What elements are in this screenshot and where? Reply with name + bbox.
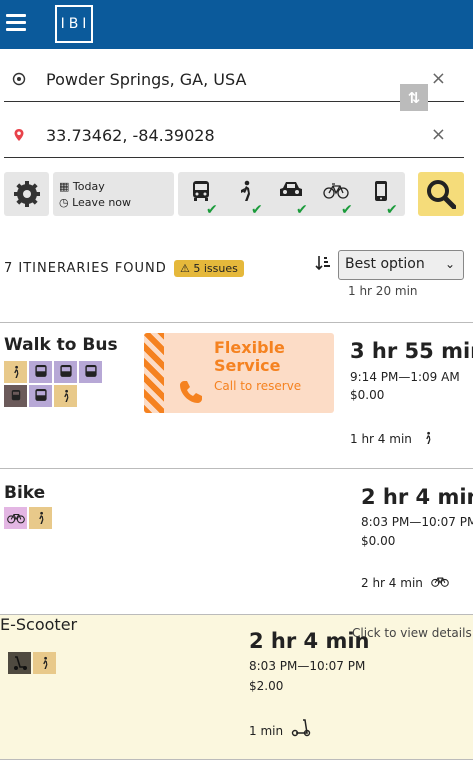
walk-leg-icon bbox=[29, 507, 52, 529]
scooter-icon bbox=[291, 719, 311, 737]
mode-bike-toggle[interactable]: ✔ bbox=[315, 176, 357, 218]
itinerary-title: Walk to Bus bbox=[4, 335, 118, 355]
walk-leg-icon bbox=[54, 385, 77, 407]
issues-badge[interactable]: ⚠ 5 issues bbox=[174, 260, 244, 277]
to-location-text[interactable]: 33.73462, -84.39028 bbox=[46, 126, 215, 145]
time-label: Leave now bbox=[72, 196, 132, 209]
walk-icon bbox=[425, 431, 431, 444]
leg-duration-text: 1 min bbox=[249, 724, 284, 738]
sort-icon bbox=[315, 256, 330, 271]
itinerary-times: 9:14 PM—1:09 AM bbox=[350, 370, 460, 384]
mode-selector: ✔ ✔ ✔ ✔ ✔ bbox=[178, 172, 405, 218]
gear-icon bbox=[13, 181, 40, 207]
bus-leg-icon bbox=[29, 385, 52, 407]
itinerary-cost: $0.00 bbox=[350, 388, 385, 402]
mode-walk-toggle[interactable]: ✔ bbox=[225, 176, 267, 218]
clear-to-button[interactable]: × bbox=[431, 124, 446, 145]
warning-stripes bbox=[144, 333, 164, 413]
rail-leg-icon bbox=[4, 385, 27, 407]
calendar-icon: ▦ bbox=[59, 180, 70, 193]
bike-icon bbox=[323, 183, 349, 199]
to-location-field[interactable]: 33.73462, -84.39028 × bbox=[4, 114, 464, 158]
itinerary-leg-duration: 1 min bbox=[249, 719, 311, 738]
mode-rideshare-check-icon: ✔ bbox=[386, 202, 398, 218]
flexible-service-title: Flexible Service bbox=[214, 338, 285, 375]
sort-dropdown[interactable]: Best option ⌄ bbox=[338, 250, 464, 280]
crosshair-icon bbox=[12, 72, 26, 86]
from-location-field[interactable]: Powder Springs, GA, USA × bbox=[4, 58, 464, 102]
search-icon bbox=[427, 180, 456, 209]
swap-locations-button[interactable]: ⇅ bbox=[400, 84, 428, 111]
leg-duration-text: 1 hr 4 min bbox=[350, 432, 412, 446]
mode-walk-check-icon: ✔ bbox=[251, 202, 263, 218]
from-location-text[interactable]: Powder Springs, GA, USA bbox=[46, 70, 246, 89]
mode-bus-toggle[interactable]: ✔ bbox=[180, 176, 222, 218]
plan-trip-button[interactable] bbox=[418, 172, 464, 216]
mode-bus-check-icon: ✔ bbox=[206, 202, 218, 218]
clock-icon: ◷ bbox=[59, 196, 69, 209]
itinerary-legs bbox=[8, 652, 130, 674]
click-to-view-details-hint: Click to view details bbox=[352, 626, 472, 640]
chevron-down-icon: ⌄ bbox=[444, 257, 455, 271]
itinerary-legs bbox=[4, 361, 126, 407]
mode-rideshare-toggle[interactable]: ✔ bbox=[360, 176, 402, 218]
itinerary-times: 8:03 PM—10:07 PM bbox=[361, 515, 473, 529]
issues-label: 5 issues bbox=[193, 262, 238, 275]
date-time-selector[interactable]: ▦ Today ◷ Leave now bbox=[53, 172, 174, 216]
mode-car-check-icon: ✔ bbox=[296, 202, 308, 218]
map-pin-icon bbox=[14, 129, 24, 141]
leg-duration-text: 2 hr 4 min bbox=[361, 576, 423, 590]
itinerary-card[interactable]: Bike 2 hr 4 min 8:03 PM—10:07 PM $0.00 2… bbox=[0, 468, 473, 614]
phone-icon bbox=[180, 381, 202, 403]
flexible-service-subtitle: Call to reserve bbox=[214, 379, 302, 393]
warning-icon: ⚠ bbox=[180, 262, 190, 275]
menu-icon[interactable] bbox=[6, 14, 26, 32]
bus-leg-icon bbox=[79, 361, 102, 383]
car-icon bbox=[280, 182, 302, 196]
bike-leg-icon bbox=[4, 507, 27, 529]
settings-button[interactable] bbox=[4, 172, 49, 216]
itinerary-cost: $0.00 bbox=[361, 534, 396, 548]
bus-leg-icon bbox=[54, 361, 77, 383]
app-header: IBI bbox=[0, 0, 473, 49]
clear-from-button[interactable]: × bbox=[431, 68, 446, 89]
sort-dropdown-value: Best option bbox=[345, 256, 425, 272]
itinerary-duration: 2 hr 4 min bbox=[361, 485, 473, 509]
peek-leg-duration: 1 hr 20 min bbox=[348, 284, 418, 296]
itinerary-duration: 3 hr 55 min bbox=[350, 339, 473, 363]
phone-icon bbox=[375, 181, 387, 201]
logo: IBI bbox=[55, 5, 93, 43]
itinerary-cost: $2.00 bbox=[249, 679, 284, 693]
previous-itinerary-peek: 1 hr 20 min bbox=[348, 284, 418, 296]
bus-icon bbox=[193, 181, 209, 201]
walk-icon bbox=[241, 180, 250, 201]
walk-leg-icon bbox=[4, 361, 27, 383]
itinerary-legs bbox=[4, 507, 126, 529]
mode-car-toggle[interactable]: ✔ bbox=[270, 176, 312, 218]
scooter-leg-icon bbox=[8, 652, 31, 674]
bus-leg-icon bbox=[29, 361, 52, 383]
date-label: Today bbox=[72, 180, 105, 193]
bike-icon bbox=[430, 577, 449, 587]
itinerary-leg-duration: 1 hr 4 min bbox=[350, 431, 434, 446]
walk-leg-icon bbox=[33, 652, 56, 674]
itinerary-title: Bike bbox=[4, 483, 46, 503]
time-row: ◷ Leave now bbox=[59, 195, 168, 211]
itinerary-times: 8:03 PM—10:07 PM bbox=[249, 659, 366, 673]
mode-bike-check-icon: ✔ bbox=[341, 202, 353, 218]
date-row: ▦ Today bbox=[59, 179, 168, 195]
itineraries-found-label: 7 ITINERARIES FOUND bbox=[4, 261, 167, 276]
flexible-service-callout: Flexible Service Call to reserve bbox=[144, 333, 334, 413]
itinerary-leg-duration: 2 hr 4 min bbox=[361, 576, 449, 590]
